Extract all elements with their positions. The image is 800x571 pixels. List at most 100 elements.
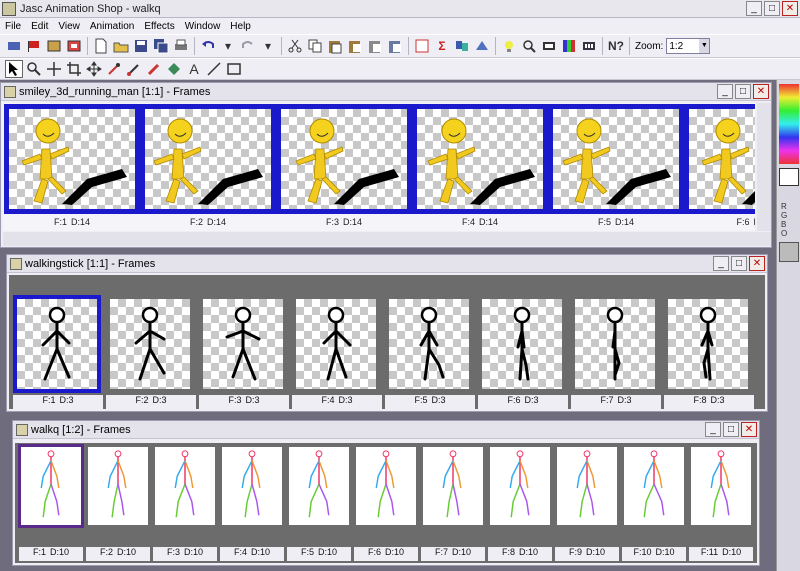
minimize-button[interactable]: _ bbox=[717, 84, 733, 99]
arrow-tool-icon[interactable] bbox=[5, 60, 23, 78]
frame-cell[interactable]: F:6 D:10 bbox=[354, 443, 418, 563]
frame-thumbnail[interactable] bbox=[296, 299, 376, 389]
frame-cell[interactable]: F:4 D:14 bbox=[412, 103, 548, 231]
eraser-tool-icon[interactable] bbox=[145, 60, 163, 78]
undo-dropdown-icon[interactable]: ▾ bbox=[219, 37, 237, 55]
film-icon[interactable] bbox=[580, 37, 598, 55]
animation-wizard-icon[interactable] bbox=[45, 37, 63, 55]
frame-cell[interactable]: F:11 D:10 bbox=[689, 443, 753, 563]
copy-icon[interactable] bbox=[306, 37, 324, 55]
zoom-tool-icon[interactable] bbox=[25, 60, 43, 78]
undo-icon[interactable] bbox=[199, 37, 217, 55]
frame-thumbnail[interactable] bbox=[684, 104, 755, 214]
menu-view[interactable]: View bbox=[53, 21, 85, 32]
frame-cell[interactable]: F:1 D:10 bbox=[18, 443, 84, 563]
frame-thumbnail[interactable] bbox=[423, 447, 483, 525]
frame-thumbnail[interactable] bbox=[668, 299, 748, 389]
frame-thumbnail[interactable] bbox=[412, 104, 548, 214]
close-button[interactable]: ✕ bbox=[782, 1, 798, 16]
open-folder-icon[interactable] bbox=[112, 37, 130, 55]
paste-icon[interactable] bbox=[326, 37, 344, 55]
brush-tool-icon[interactable] bbox=[125, 60, 143, 78]
frame-cell[interactable]: F:7 D:3 bbox=[571, 275, 661, 409]
frame-thumbnail[interactable] bbox=[88, 447, 148, 525]
maximize-button[interactable]: □ bbox=[731, 256, 747, 271]
flag-icon[interactable] bbox=[25, 37, 43, 55]
maximize-button[interactable]: □ bbox=[723, 422, 739, 437]
help-icon[interactable]: N? bbox=[607, 37, 625, 55]
replace-icon[interactable] bbox=[453, 37, 471, 55]
menu-animation[interactable]: Animation bbox=[85, 21, 139, 32]
cut-icon[interactable] bbox=[286, 37, 304, 55]
frame-thumbnail[interactable] bbox=[203, 299, 283, 389]
redo-dropdown-icon[interactable]: ▾ bbox=[259, 37, 277, 55]
horizontal-scrollbar[interactable] bbox=[3, 232, 771, 246]
text-tool-icon[interactable]: A bbox=[185, 60, 203, 78]
menu-edit[interactable]: Edit bbox=[26, 21, 53, 32]
frame-cell[interactable]: F:1 D:14 bbox=[4, 103, 140, 231]
frame-thumbnail[interactable] bbox=[548, 104, 684, 214]
frame-thumbnail[interactable] bbox=[624, 447, 684, 525]
print-icon[interactable] bbox=[172, 37, 190, 55]
preview-icon[interactable] bbox=[540, 37, 558, 55]
fill-tool-icon[interactable] bbox=[165, 60, 183, 78]
vertical-scrollbar[interactable] bbox=[757, 103, 771, 231]
frame-thumbnail[interactable] bbox=[276, 104, 412, 214]
frame-thumbnail[interactable] bbox=[575, 299, 655, 389]
banner-wizard-icon[interactable] bbox=[65, 37, 83, 55]
menu-window[interactable]: Window bbox=[180, 21, 226, 32]
frame-cell[interactable]: F:10 D:10 bbox=[622, 443, 686, 563]
frame-cell[interactable]: F:3 D:3 bbox=[199, 275, 289, 409]
frame-thumbnail[interactable] bbox=[4, 104, 140, 214]
lightbulb-icon[interactable] bbox=[500, 37, 518, 55]
frame-cell[interactable]: F:5 D:3 bbox=[385, 275, 475, 409]
sigma-icon[interactable]: Σ bbox=[433, 37, 451, 55]
new-file-icon[interactable] bbox=[92, 37, 110, 55]
frame-thumbnail[interactable] bbox=[691, 447, 751, 525]
frame-cell[interactable]: F:1 D:3 bbox=[13, 275, 103, 409]
color-spectrum[interactable] bbox=[779, 84, 799, 164]
frame-cell[interactable]: F:7 D:10 bbox=[421, 443, 485, 563]
frame-cell[interactable]: F:8 D:3 bbox=[664, 275, 754, 409]
frame-thumbnail[interactable] bbox=[482, 299, 562, 389]
frame-cell[interactable]: F:4 D:10 bbox=[220, 443, 284, 563]
paste-frame-icon[interactable] bbox=[366, 37, 384, 55]
frame-cell[interactable]: F:8 D:10 bbox=[488, 443, 552, 563]
menu-effects[interactable]: Effects bbox=[139, 21, 179, 32]
frame-thumbnail[interactable] bbox=[557, 447, 617, 525]
frame-thumbnail[interactable] bbox=[389, 299, 469, 389]
frame-cell[interactable]: F:4 D:3 bbox=[292, 275, 382, 409]
minimize-button[interactable]: _ bbox=[705, 422, 721, 437]
mover-tool-icon[interactable] bbox=[45, 60, 63, 78]
paste-selected-icon[interactable] bbox=[386, 37, 404, 55]
color-swatch[interactable] bbox=[779, 242, 799, 262]
dropper-tool-icon[interactable] bbox=[105, 60, 123, 78]
save-all-icon[interactable] bbox=[152, 37, 170, 55]
frame-thumbnail[interactable] bbox=[18, 444, 84, 528]
menu-help[interactable]: Help bbox=[225, 21, 256, 32]
frame-thumbnail[interactable] bbox=[490, 447, 550, 525]
frame-cell[interactable]: F:3 D:10 bbox=[153, 443, 217, 563]
zoom-select[interactable]: 1:2 ▼ bbox=[666, 38, 711, 54]
frame-cell[interactable]: F:6 D:3 bbox=[478, 275, 568, 409]
redo-icon[interactable] bbox=[239, 37, 257, 55]
toolbar-grip-icon[interactable] bbox=[5, 37, 23, 55]
close-button[interactable]: ✕ bbox=[741, 422, 757, 437]
line-tool-icon[interactable] bbox=[205, 60, 223, 78]
minimize-button[interactable]: _ bbox=[746, 1, 762, 16]
frame-thumbnail[interactable] bbox=[140, 104, 276, 214]
close-button[interactable]: ✕ bbox=[749, 256, 765, 271]
frame-cell[interactable]: F:2 D:3 bbox=[106, 275, 196, 409]
frame-cell[interactable]: F:5 D:14 bbox=[548, 103, 684, 231]
optimize-icon[interactable] bbox=[473, 37, 491, 55]
frame-properties-icon[interactable] bbox=[413, 37, 431, 55]
frame-thumbnail[interactable] bbox=[110, 299, 190, 389]
frame-cell[interactable]: F:6 D:1 bbox=[684, 103, 755, 231]
maximize-button[interactable]: □ bbox=[764, 1, 780, 16]
frame-cell[interactable]: F:2 D:10 bbox=[86, 443, 150, 563]
frame-cell[interactable]: F:3 D:14 bbox=[276, 103, 412, 231]
palette-icon[interactable] bbox=[560, 37, 578, 55]
frame-thumbnail[interactable] bbox=[222, 447, 282, 525]
rectangle-tool-icon[interactable] bbox=[225, 60, 243, 78]
foreground-color-swatch[interactable] bbox=[779, 168, 799, 186]
